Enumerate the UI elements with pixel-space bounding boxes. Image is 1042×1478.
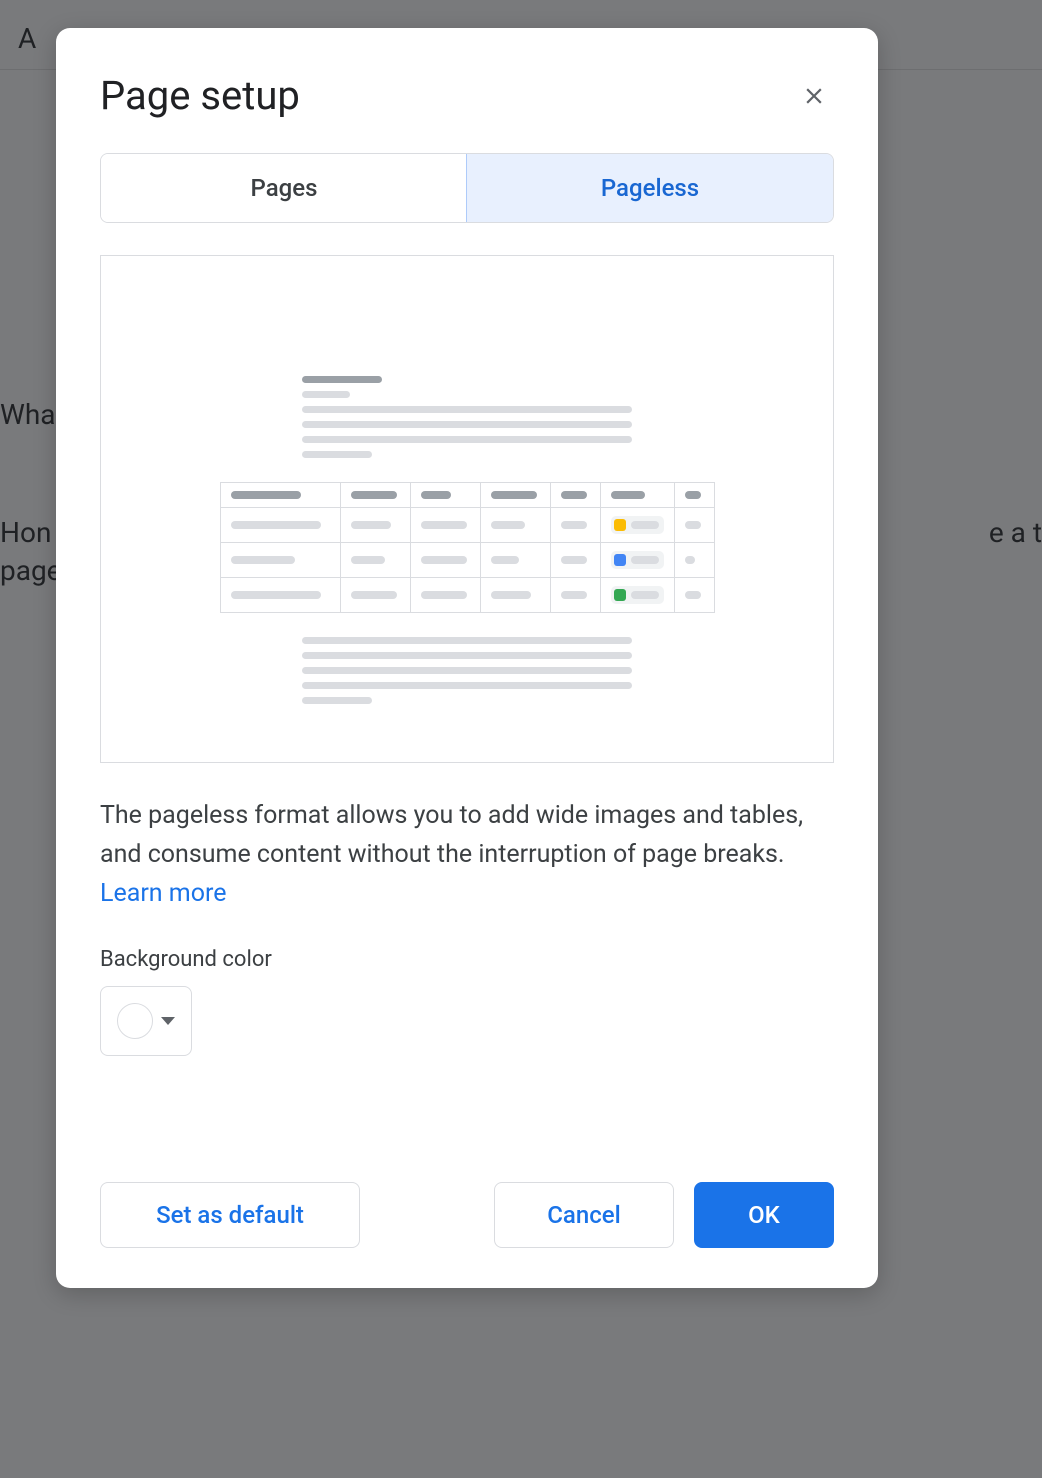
bg-color-label: Background color <box>100 947 834 972</box>
close-icon <box>801 83 827 109</box>
preview-paragraph-bottom <box>302 637 632 704</box>
tab-pages[interactable]: Pages <box>101 154 467 222</box>
format-tabs: Pages Pageless <box>100 153 834 223</box>
dialog-footer: Set as default Cancel OK <box>100 1182 834 1248</box>
page-setup-dialog: Page setup Pages Pageless <box>56 28 878 1288</box>
tab-pageless[interactable]: Pageless <box>466 153 834 223</box>
preview-table <box>220 482 715 613</box>
color-swatch <box>117 1003 153 1039</box>
set-default-button[interactable]: Set as default <box>100 1182 360 1248</box>
preview-paragraph-top <box>302 376 632 458</box>
close-button[interactable] <box>794 76 834 116</box>
pageless-preview <box>100 255 834 763</box>
chevron-down-icon <box>161 1017 175 1025</box>
description-text: The pageless format allows you to add wi… <box>100 801 803 869</box>
pageless-description: The pageless format allows you to add wi… <box>100 797 834 913</box>
cancel-button[interactable]: Cancel <box>494 1182 674 1248</box>
dialog-title: Page setup <box>100 72 300 119</box>
ok-button[interactable]: OK <box>694 1182 834 1248</box>
learn-more-link[interactable]: Learn more <box>100 879 226 908</box>
bg-color-picker[interactable] <box>100 986 192 1056</box>
dialog-header: Page setup <box>100 72 834 119</box>
